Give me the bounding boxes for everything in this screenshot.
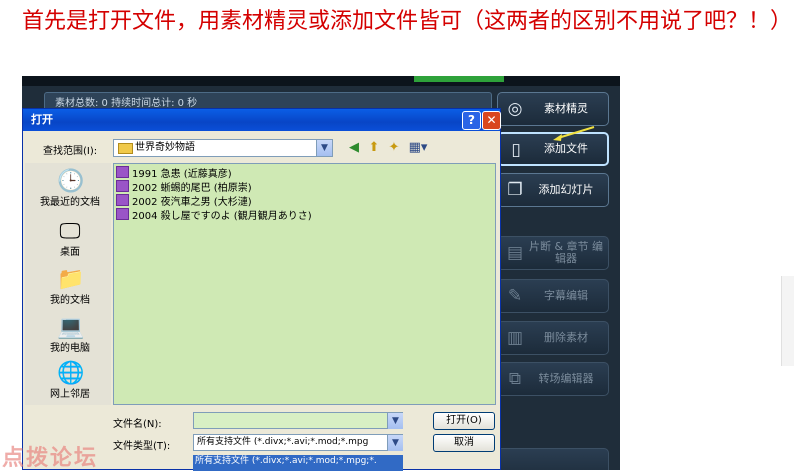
segment-chapter-editor-label: 片断 & 章节 编辑器 xyxy=(528,240,604,265)
place-label: 我最近的文档 xyxy=(40,197,100,208)
material-wizard-label: 素材精灵 xyxy=(544,102,588,115)
video-folder-icon xyxy=(116,194,129,206)
file-item[interactable]: 2002 夜汽車之男 (大杉漣) xyxy=(116,194,252,208)
place-my-computer[interactable]: 💻 我的电脑 xyxy=(29,315,111,361)
place-label: 网上邻居 xyxy=(50,389,90,400)
up-folder-icon[interactable]: ⬆ xyxy=(366,140,382,156)
view-menu-icon[interactable]: ▦▾ xyxy=(407,140,429,156)
place-label: 桌面 xyxy=(60,247,80,258)
pointer-arrow-icon xyxy=(553,126,595,141)
forum-watermark: 点拨论坛 xyxy=(2,445,99,471)
place-recent-documents[interactable]: 🕒 我最近的文档 xyxy=(29,169,111,215)
slideshow-icon: ❐ xyxy=(507,180,523,200)
video-folder-icon xyxy=(116,180,129,192)
file-type-select[interactable]: 所有支持文件 (*.divx;*.avi;*.mod;*.mpg xyxy=(193,434,403,451)
file-item-label: 1991 急患 (近藤真彦) xyxy=(132,169,232,180)
segment-chapter-editor-button[interactable]: ▤ 片断 & 章节 编辑器 xyxy=(497,236,609,270)
file-list[interactable]: 1991 急患 (近藤真彦) 2002 蜥蜴的尾巴 (柏原崇) 2002 夜汽車… xyxy=(113,163,496,405)
app-top-bar xyxy=(22,76,620,86)
subtitle-edit-button[interactable]: ✎ 字幕编辑 xyxy=(497,279,609,313)
page-scrollbar[interactable] xyxy=(781,276,794,366)
transition-icon: ⧉ xyxy=(508,369,522,389)
add-slideshow-label: 添加幻灯片 xyxy=(538,183,594,196)
file-icon: ▯ xyxy=(511,140,521,160)
cancel-button[interactable]: 取消 xyxy=(433,434,495,452)
caption-text: 首先是打开文件，用素材精灵或添加文件皆可（这两者的区别不用说了吧？！） xyxy=(22,9,793,34)
look-in-label: 查找范围(I): xyxy=(43,146,98,157)
dialog-titlebar: 打开 ? ✕ xyxy=(23,109,501,131)
material-wizard-button[interactable]: ◎ 素材精灵 xyxy=(497,92,609,126)
place-label: 我的电脑 xyxy=(50,343,90,354)
file-name-input[interactable] xyxy=(193,412,403,429)
file-item-label: 2002 蜥蜴的尾巴 (柏原崇) xyxy=(132,183,252,194)
close-button[interactable]: ✕ xyxy=(482,111,501,130)
recent-documents-icon: 🕒 xyxy=(57,169,85,194)
open-file-dialog: 打开 ? ✕ 查找范围(I): 世界奇妙物語 ▼ ◀ ⬆ ✦ ▦▾ 🕒 我最近的… xyxy=(22,108,501,471)
progress-indicator xyxy=(414,76,504,82)
trash-icon: ▥ xyxy=(506,328,524,348)
file-item-label: 2002 夜汽車之男 (大杉漣) xyxy=(132,197,252,208)
file-type-option-selected[interactable]: 所有支持文件 (*.divx;*.avi;*.mod;*.mpg;*. xyxy=(193,455,403,471)
place-my-documents[interactable]: 📁 我的文档 xyxy=(29,267,111,313)
video-folder-icon xyxy=(116,166,129,178)
bottom-button-partial[interactable] xyxy=(497,448,609,470)
my-documents-icon: 📁 xyxy=(57,267,85,292)
look-in-value: 世界奇妙物語 xyxy=(135,142,195,153)
open-button[interactable]: 打开(O) xyxy=(433,412,495,430)
place-network[interactable]: 🌐 网上邻居 xyxy=(29,361,111,407)
help-button[interactable]: ? xyxy=(462,111,481,130)
my-computer-icon: 💻 xyxy=(57,315,85,340)
look-in-select[interactable]: 世界奇妙物語 ▼ xyxy=(113,139,333,157)
transition-editor-button[interactable]: ⧉ 转场编辑器 xyxy=(497,362,609,396)
place-desktop[interactable]: 🖵 桌面 xyxy=(29,219,111,265)
chevron-down-icon[interactable]: ▼ xyxy=(316,140,332,156)
desktop-icon: 🖵 xyxy=(59,219,81,244)
file-name-label: 文件名(N): xyxy=(113,419,162,430)
back-icon[interactable]: ◀ xyxy=(346,140,362,156)
file-item[interactable]: 1991 急患 (近藤真彦) xyxy=(116,166,232,180)
segment-icon: ▤ xyxy=(506,243,524,263)
delete-material-button[interactable]: ▥ 删除素材 xyxy=(497,321,609,355)
add-slideshow-button[interactable]: ❐ 添加幻灯片 xyxy=(497,173,609,207)
folder-icon xyxy=(118,143,133,154)
network-icon: 🌐 xyxy=(57,361,85,386)
file-item[interactable]: 2002 蜥蜴的尾巴 (柏原崇) xyxy=(116,180,252,194)
file-type-label: 文件类型(T): xyxy=(113,441,171,452)
subtitle-icon: ✎ xyxy=(507,286,523,306)
chevron-down-icon[interactable]: ▼ xyxy=(387,413,403,429)
place-label: 我的文档 xyxy=(50,295,90,306)
file-item[interactable]: 2004 殺し屋ですのよ (観月観月ありさ) xyxy=(116,208,312,222)
disc-icon: ◎ xyxy=(507,99,523,119)
dialog-title: 打开 xyxy=(31,113,53,126)
file-item-label: 2004 殺し屋ですのよ (観月観月ありさ) xyxy=(132,211,312,222)
subtitle-edit-label: 字幕编辑 xyxy=(544,289,588,302)
delete-material-label: 删除素材 xyxy=(544,331,588,344)
new-folder-icon[interactable]: ✦ xyxy=(386,140,402,156)
chevron-down-icon[interactable]: ▼ xyxy=(387,435,403,451)
transition-editor-label: 转场编辑器 xyxy=(538,372,594,385)
places-bar: 🕒 我最近的文档 🖵 桌面 📁 我的文档 💻 我的电脑 🌐 网上邻居 xyxy=(25,163,111,405)
video-folder-icon xyxy=(116,208,129,220)
